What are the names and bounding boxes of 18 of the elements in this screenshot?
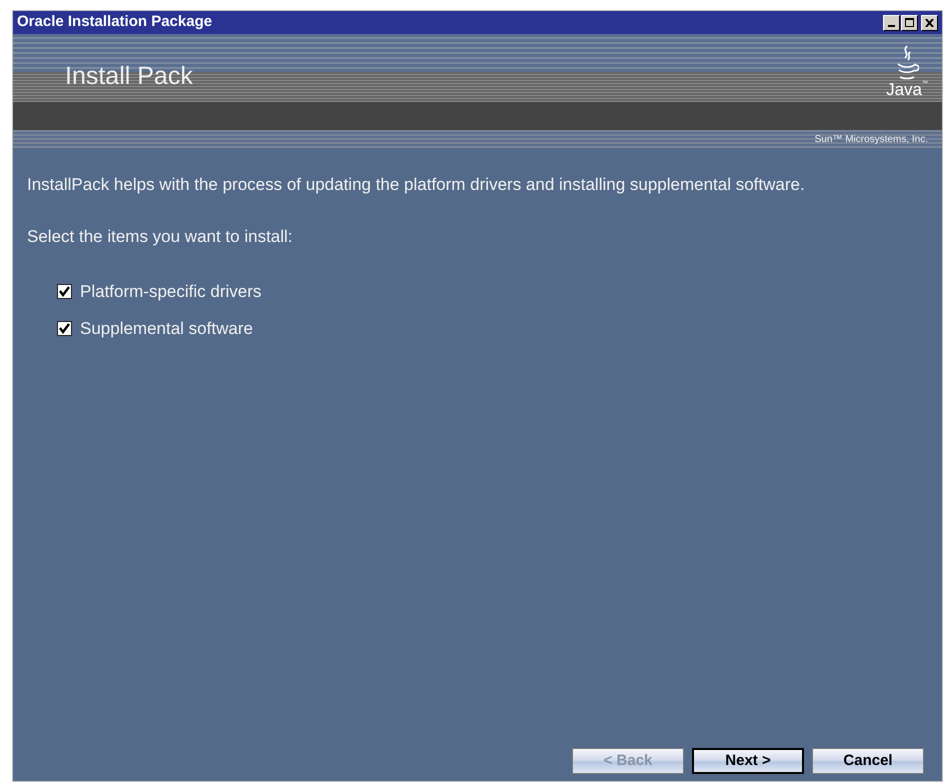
close-icon — [925, 18, 934, 26]
minimize-button[interactable] — [883, 14, 900, 30]
checkbox[interactable] — [57, 284, 72, 300]
wizard-button[interactable]: Cancel — [812, 748, 924, 774]
minimize-icon — [888, 24, 895, 26]
wizard-button[interactable]: Next > — [692, 748, 804, 774]
maximize-button[interactable] — [901, 14, 918, 30]
checkbox-label: Platform-specific drivers — [80, 281, 262, 303]
banner-title: Install Pack — [65, 61, 193, 92]
maximize-icon — [905, 18, 914, 27]
window-title: Oracle Installation Package — [17, 12, 212, 32]
checkbox-label: Supplemental software — [80, 318, 253, 340]
vendor-text: Sun™ Microsystems, Inc. — [814, 133, 928, 147]
intro-text: InstallPack helps with the process of updating the platform drivers and installing supplemental software. — [27, 174, 806, 196]
logo-text: Java — [886, 81, 922, 98]
close-button[interactable] — [921, 14, 938, 30]
prompt-text: Select the items you want to install: — [27, 226, 294, 248]
checkbox[interactable] — [57, 320, 72, 336]
